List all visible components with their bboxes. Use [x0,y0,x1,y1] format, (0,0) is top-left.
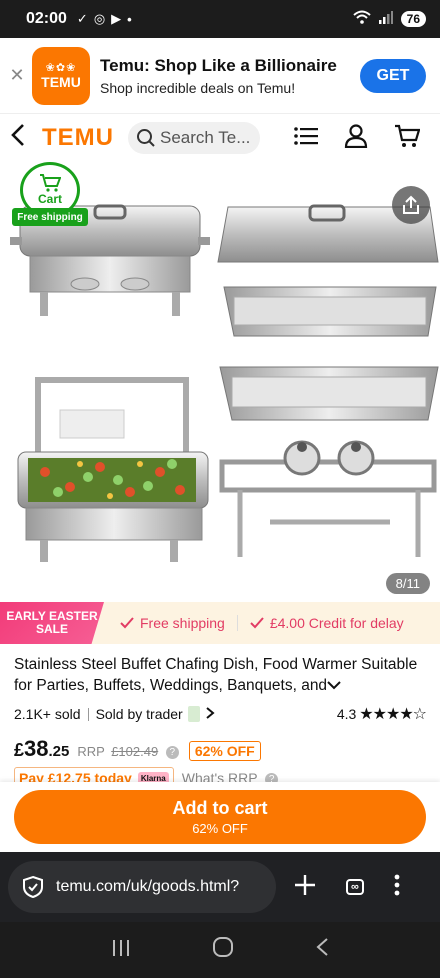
product-title[interactable]: Stainless Steel Buffet Chafing Dish, Foo… [0,644,440,696]
url-bar[interactable]: temu.com/uk/goods.html? [8,861,276,913]
chevron-down-icon[interactable] [327,675,341,696]
back-arrow-icon[interactable] [10,123,36,153]
home-icon[interactable] [212,936,234,964]
close-icon[interactable]: ✕ [8,65,26,86]
get-app-button[interactable]: GET [360,58,426,93]
price-row: £ 38 .25 RRP £102.49 ? 62% OFF [0,724,440,762]
search-placeholder: Search Te... [160,128,251,147]
signal-icon [378,10,393,29]
price-main: 38 [24,736,49,761]
site-header: TEMU Search Te... [0,114,440,162]
cart-badge-label: Cart [37,192,62,206]
youtube-icon: ▶ [111,11,122,26]
temu-logo[interactable]: TEMU [42,124,114,152]
product-image [10,204,439,562]
product-image-gallery[interactable]: Cart Free shipping 8/11 [0,162,440,602]
check-icon [250,617,264,629]
dot-icon: • [127,11,132,27]
banner-subtitle: Shop incredible deals on Temu! [100,79,296,96]
early-easter-sale-badge: EARLY EASTER SALE [0,602,104,644]
promo-strip: EARLY EASTER SALE Free shipping £4.00 Cr… [0,602,440,644]
question-icon[interactable]: ? [165,746,179,760]
battery-indicator: 76 [400,11,426,27]
free-shipping-badge: Free shipping [12,208,88,226]
product-title-text: Stainless Steel Buffet Chafing Dish, Foo… [14,656,418,694]
rrp-label: RRP [77,744,105,759]
browser-toolbar: temu.com/uk/goods.html? ∞ [0,852,440,922]
share-icon [403,195,419,214]
add-to-cart-label: Add to cart [172,798,268,818]
new-tab-icon[interactable] [294,874,316,901]
seller-link[interactable]: Sold by trader [96,706,215,723]
add-to-cart-sub: 62% OFF [192,821,248,836]
free-shipping-text: Free shipping [140,615,225,631]
system-nav-bar [0,922,440,978]
wifi-icon [352,10,371,29]
tab-switcher-button[interactable]: ∞ [346,879,364,895]
chevron-right-icon [205,706,215,723]
image-counter: 8/11 [385,573,430,594]
status-time: 02:00 [26,10,67,27]
add-to-cart-bar: Add to cart 62% OFF [0,782,440,852]
product-meta: 2.1K+ sold Sold by trader 4.3 ★★★★☆ [0,696,440,724]
site-security-icon[interactable] [22,875,44,899]
cart-badge[interactable]: Cart Free shipping [12,162,88,226]
check-icon: ✓ [76,11,88,26]
share-button[interactable] [392,186,430,224]
rating[interactable]: 4.3 ★★★★☆ [336,704,427,724]
seller-name: Sold by trader [95,706,183,722]
search-input[interactable]: Search Te... [128,122,260,154]
price-currency: £ [14,740,25,760]
app-logo-text: TEMU [41,74,81,90]
sold-count: 2.1K+ sold [14,706,81,722]
seller-store-icon [187,706,200,722]
delay-credit-promo[interactable]: £4.00 Credit for delay [250,615,404,631]
url-text: temu.com/uk/goods.html? [56,878,240,895]
search-icon [137,129,155,147]
divider [87,707,89,721]
check-icon [120,617,134,629]
free-shipping-promo[interactable]: Free shipping [120,615,225,631]
logo-glyphs-icon: ❀✿❀ [45,62,77,74]
discount-badge: 62% OFF [188,741,261,761]
star-rating-icon: ★★★★☆ [359,706,427,723]
banner-title: Temu: Shop Like a Billionaire [100,55,337,75]
temu-app-logo: ❀✿❀ TEMU [32,46,90,105]
delay-credit-text: £4.00 Credit for delay [269,615,404,631]
app-install-banner: ✕ ❀✿❀ TEMU Temu: Shop Like a Billionaire… [0,38,440,114]
rrp-value: £102.49 [111,744,159,759]
rating-value: 4.3 [336,706,357,722]
price-decimal: .25 [48,743,70,760]
cart-icon[interactable] [394,124,421,153]
add-to-cart-button[interactable]: Add to cart 62% OFF [14,790,426,844]
recent-apps-icon[interactable] [111,937,131,963]
whatsapp-icon: ◎ [93,11,106,26]
notification-icons: ✓ ◎ ▶ • [77,11,132,27]
cart-icon [40,174,61,192]
status-bar: 02:00 ✓ ◎ ▶ • 76 [0,0,440,38]
menu-list-icon[interactable] [294,126,318,151]
account-icon[interactable] [344,123,368,153]
back-icon[interactable] [315,937,329,963]
more-options-icon[interactable] [394,874,400,901]
rrp: RRP £102.49 ? [77,744,179,760]
divider [236,615,238,631]
